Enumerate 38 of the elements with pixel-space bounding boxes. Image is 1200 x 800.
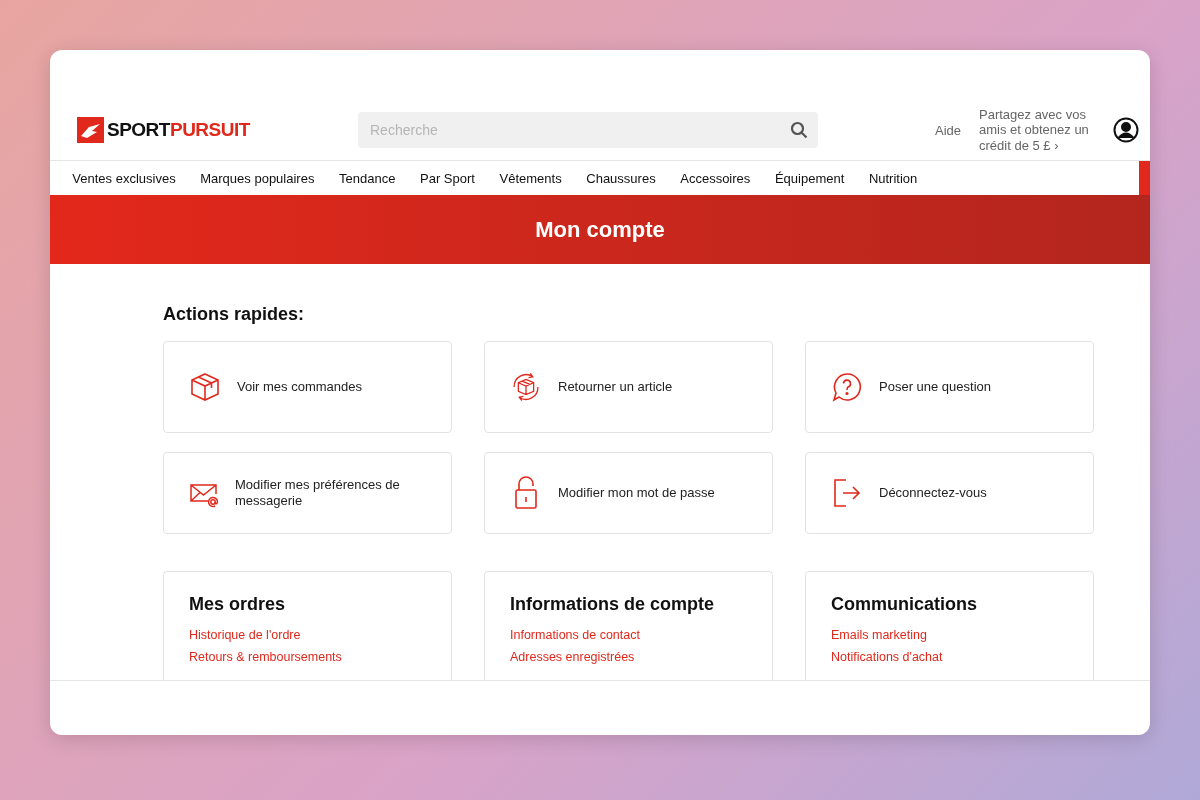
- nav-link[interactable]: Tendance: [326, 170, 408, 186]
- question-bubble-icon: [831, 371, 863, 403]
- account-link[interactable]: Adresses enregistrées: [510, 649, 747, 665]
- account-link[interactable]: Retours & remboursements: [189, 649, 426, 665]
- page-title: Mon compte: [535, 216, 665, 243]
- account-link[interactable]: Informations de contact: [510, 627, 747, 643]
- referral-link[interactable]: Partagez avec vos amis et obtenez un crédit de 5 £ ›: [979, 106, 1099, 154]
- search-field[interactable]: Recherche: [358, 112, 818, 148]
- card-title: Communications: [831, 594, 978, 615]
- user-account-icon[interactable]: [1113, 117, 1139, 143]
- nav-link[interactable]: Ventes exclusives: [60, 170, 188, 186]
- account-link[interactable]: Emails marketing: [831, 627, 1068, 643]
- search-icon: [790, 121, 808, 139]
- quick-action-card[interactable]: Poser une question: [805, 341, 1094, 433]
- exit-arrow-icon: [832, 477, 862, 509]
- nav-link[interactable]: Accessoires: [667, 170, 763, 186]
- padlock-icon: [514, 476, 538, 510]
- logo-text[interactable]: SPORTPURSUIT: [107, 119, 250, 141]
- card-title: Informations de compte: [510, 594, 716, 615]
- section-heading: Actions rapides:: [163, 304, 306, 325]
- nav-link[interactable]: Chaussures: [573, 170, 668, 186]
- quick-action-card[interactable]: Retourner un article: [484, 341, 773, 433]
- nav-link[interactable]: Par Sport: [407, 170, 488, 186]
- quick-action-card[interactable]: Modifier mes préférences de messagerie: [163, 452, 452, 534]
- card-title: Mes ordres: [189, 594, 287, 615]
- account-link[interactable]: Notifications d'achat: [831, 649, 1068, 665]
- quick-action-card[interactable]: Modifier mon mot de passe: [484, 452, 773, 534]
- nav-link[interactable]: Vêtements: [487, 170, 574, 186]
- account-link[interactable]: Historique de l'ordre: [189, 627, 426, 643]
- nav-link[interactable]: Marques populaires: [187, 170, 327, 186]
- package-icon: [189, 371, 221, 403]
- quick-action-card[interactable]: Voir mes commandes: [163, 341, 452, 433]
- nav-link[interactable]: Nutrition: [856, 170, 930, 186]
- nav-link[interactable]: Équipement: [762, 170, 857, 186]
- nav-accent-bar: [1139, 161, 1150, 195]
- logo-mark-icon: [77, 117, 104, 143]
- help-link[interactable]: Aide: [934, 122, 961, 138]
- quick-action-card[interactable]: Déconnectez-vous: [805, 452, 1094, 534]
